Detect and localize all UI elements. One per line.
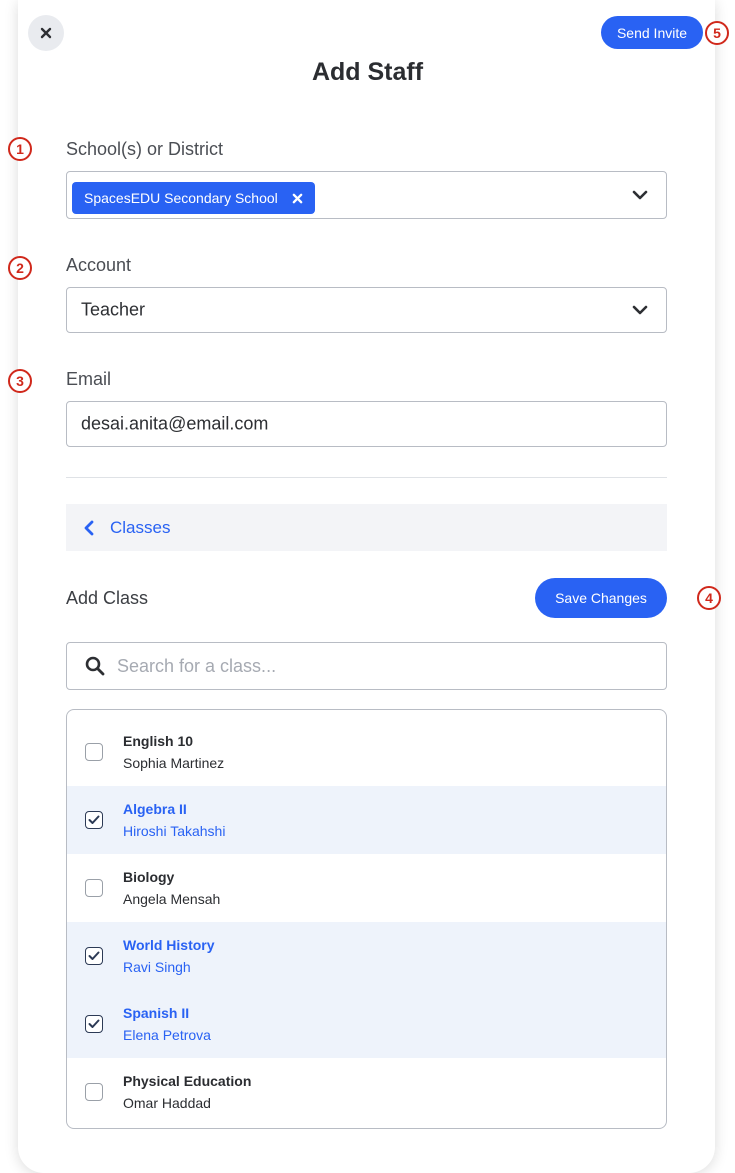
account-select[interactable]: Teacher [66,287,667,333]
class-teacher: Sophia Martinez [123,755,225,771]
class-name: Physical Education [123,1073,252,1089]
school-select[interactable]: SpacesEDU Secondary School [66,171,667,219]
class-search[interactable] [66,642,667,690]
checkbox[interactable] [85,947,103,965]
school-field-label: School(s) or District [66,139,224,159]
list-item[interactable]: Algebra II Hiroshi Takahshi [67,786,666,854]
account-select-value: Teacher [81,299,146,320]
chevron-down-icon[interactable] [632,305,648,315]
save-changes-button[interactable]: Save Changes [535,578,667,618]
callout-marker-4: 4 [697,586,721,610]
class-name: Biology [123,869,175,885]
school-chip: SpacesEDU Secondary School [72,182,315,214]
check-icon [88,1019,100,1028]
email-field-label: Email [66,369,112,389]
class-teacher: Ravi Singh [123,959,191,975]
list-item-text: English 10 Sophia Martinez [123,730,224,774]
add-class-heading: Add Class [66,588,149,608]
chevron-down-icon[interactable] [632,190,648,200]
email-field-value: desai.anita@email.com [81,413,269,434]
classes-nav-label: Classes [110,517,171,537]
class-list: English 10 Sophia Martinez Algebra II Hiros… [66,709,667,1129]
callout-marker-5: 5 [705,21,729,45]
callout-marker-3: 3 [8,369,32,393]
callout-marker-2: 2 [8,256,32,280]
list-item[interactable]: Spanish II Elena Petrova [67,990,666,1058]
send-invite-button[interactable]: Send Invite [601,16,703,49]
checkbox[interactable] [85,1015,103,1033]
classes-back-nav[interactable]: Classes [66,504,667,551]
class-search-input[interactable] [117,655,617,677]
close-icon [40,27,52,39]
class-name: Algebra II [123,801,187,817]
list-item-text: Algebra II Hiroshi Takahshi [123,798,225,842]
check-icon [88,951,100,960]
class-teacher: Angela Mensah [123,891,221,907]
class-teacher: Omar Haddad [123,1095,211,1111]
list-item-text: Physical Education Omar Haddad [123,1070,251,1114]
school-chip-label: SpacesEDU Secondary School [84,190,278,206]
class-name: Spanish II [123,1005,190,1021]
email-field[interactable]: desai.anita@email.com [66,401,667,447]
list-item[interactable]: World History Ravi Singh [67,922,666,990]
list-item-text: Spanish II Elena Petrova [123,1002,211,1046]
page-title: Add Staff [311,58,424,86]
account-field-label: Account [66,255,132,275]
close-button[interactable] [28,15,64,51]
class-name: English 10 [123,733,194,749]
list-item-text: World History Ravi Singh [123,934,215,978]
chevron-left-icon [84,520,94,535]
remove-chip-icon[interactable] [292,193,303,204]
checkbox[interactable] [85,879,103,897]
divider [66,477,667,478]
class-teacher: Hiroshi Takahshi [123,823,226,839]
checkbox[interactable] [85,811,103,829]
class-teacher: Elena Petrova [123,1027,211,1043]
list-item[interactable]: Biology Angela Mensah [67,854,666,922]
check-icon [88,815,100,824]
checkbox[interactable] [85,1083,103,1101]
list-item[interactable]: Physical Education Omar Haddad [67,1058,666,1126]
search-icon [85,656,105,676]
class-name: World History [123,937,215,953]
callout-marker-1: 1 [8,137,32,161]
list-item-text: Biology Angela Mensah [123,866,220,910]
list-item[interactable]: English 10 Sophia Martinez [67,718,666,786]
checkbox[interactable] [85,743,103,761]
